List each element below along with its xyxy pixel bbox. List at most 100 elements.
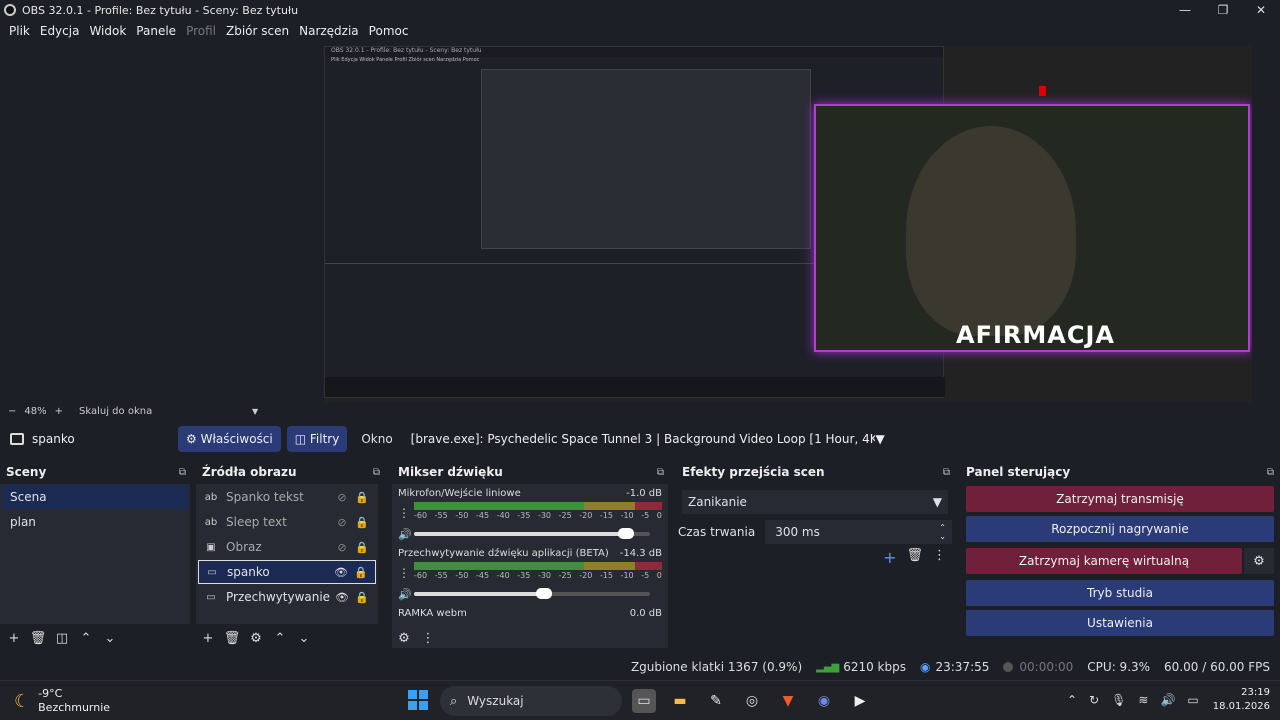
media-player-icon[interactable]: ▶	[848, 689, 872, 713]
move-down-icon[interactable]: ⌄	[98, 631, 122, 646]
dropped-frames: Zgubione klatki 1367 (0.9%)	[630, 660, 803, 674]
eye-hidden-icon[interactable]: ⊘	[332, 516, 352, 529]
source-item[interactable]: ab Sleep text ⊘ 🔒	[198, 510, 376, 534]
windows-start-icon[interactable]	[408, 690, 428, 710]
zoom-out-button[interactable]: −	[8, 406, 16, 417]
move-up-icon[interactable]: ⌃	[268, 631, 292, 646]
source-item[interactable]: ▭ Przechwytywanie ekr 👁 🔒	[198, 585, 376, 609]
duration-spinbox[interactable]: 300 ms ⌃ ⌄	[765, 520, 952, 544]
menu-panele[interactable]: Panele	[131, 24, 181, 38]
lock-icon[interactable]: 🔒	[352, 591, 372, 604]
scenes-dock-title: Sceny ⧉	[0, 462, 192, 482]
stop-stream-button[interactable]: Zatrzymaj transmisję	[966, 486, 1274, 512]
trash-icon[interactable]: 🗑	[906, 548, 923, 567]
properties-button[interactable]: ⚙ Właściwości	[178, 426, 281, 452]
move-up-icon[interactable]: ⌃	[74, 631, 98, 646]
trash-icon[interactable]: 🗑	[26, 631, 50, 646]
image-source-icon: ▣	[206, 541, 216, 553]
source-item[interactable]: ▭ spanko 👁 🔒	[198, 560, 376, 584]
preview-canvas[interactable]: OBS 32.0.1 - Profile: Bez tytułu - Sceny…	[324, 46, 1252, 402]
trash-icon[interactable]: 🗑	[220, 631, 244, 646]
menu-narzedzia[interactable]: Narzędzia	[294, 24, 364, 38]
chevron-down-icon: ▼	[875, 432, 885, 446]
move-down-icon[interactable]: ⌄	[292, 631, 316, 646]
menu-pomoc[interactable]: Pomoc	[364, 24, 414, 38]
filters-button[interactable]: ◫ Filtry	[286, 426, 348, 452]
undock-icon[interactable]: ⧉	[943, 467, 950, 478]
microphone-icon[interactable]: 🎙	[1111, 693, 1126, 707]
menu-zbior-scen[interactable]: Zbiór scen	[221, 24, 294, 38]
zoom-bar: − 48% + Skaluj do okna ▼	[0, 404, 1280, 418]
meter-ticks: -60 -55 -50 -45 -40 -35 -30 -25 -20 -15 -10 -5 0	[414, 511, 662, 520]
eye-icon[interactable]: 👁	[332, 591, 352, 604]
brave-icon[interactable]: ▼	[776, 689, 800, 713]
scene-filters-icon[interactable]: ◫	[50, 631, 74, 646]
undock-icon[interactable]: ⧉	[179, 467, 186, 478]
zoom-fit-select[interactable]: Skaluj do okna	[79, 406, 152, 417]
clock[interactable]: 23:19 18.01.2026	[1213, 686, 1270, 714]
speaker-icon[interactable]: 🔊	[398, 588, 414, 601]
source-item[interactable]: ab Spanko tekst ⊘ 🔒	[198, 485, 376, 509]
settings-button[interactable]: Ustawienia	[966, 610, 1274, 636]
file-explorer-icon[interactable]: ▬	[668, 689, 692, 713]
volume-slider[interactable]	[414, 588, 650, 599]
menu-profil[interactable]: Profil	[181, 24, 221, 38]
weather-widget[interactable]: ☾ -9°C Bezchmurnie	[14, 687, 110, 715]
add-source-button[interactable]: +	[196, 631, 220, 646]
volume-icon[interactable]: 🔊	[1160, 693, 1175, 707]
kebab-menu-icon[interactable]: ⋮	[398, 566, 414, 580]
discord-icon[interactable]: ◉	[812, 689, 836, 713]
eye-hidden-icon[interactable]: ⊘	[332, 541, 352, 554]
add-transition-button[interactable]: +	[883, 548, 896, 567]
window-select[interactable]: [brave.exe]: Psychedelic Space Tunnel 3 …	[404, 426, 891, 452]
battery-icon[interactable]: ▭	[1187, 693, 1198, 707]
minimize-button[interactable]: —	[1166, 0, 1204, 20]
spin-arrows-icon[interactable]: ⌃ ⌄	[939, 523, 946, 541]
zoom-in-button[interactable]: +	[55, 406, 63, 417]
menu-edycja[interactable]: Edycja	[35, 24, 85, 38]
lock-icon[interactable]: 🔒	[352, 541, 372, 554]
menu-bar: Plik Edycja Widok Panele Profil Zbiór sc…	[0, 20, 1280, 42]
eye-icon[interactable]: 👁	[331, 566, 351, 579]
sources-list: ab Spanko tekst ⊘ 🔒 ab Sleep text ⊘ 🔒 ▣ …	[196, 484, 378, 624]
studio-mode-button[interactable]: Tryb studia	[966, 580, 1274, 606]
wifi-icon[interactable]: ≋	[1138, 693, 1148, 707]
menu-plik[interactable]: Plik	[4, 24, 35, 38]
transition-tools: + 🗑 ⋮	[883, 548, 946, 567]
notepad-icon[interactable]: ✎	[704, 689, 728, 713]
start-recording-button[interactable]: Rozpocznij nagrywanie	[966, 516, 1274, 542]
transition-select[interactable]: Zanikanie ▼	[682, 490, 948, 514]
gear-icon[interactable]: ⚙	[1244, 548, 1274, 574]
maximize-button[interactable]: ❐	[1204, 0, 1242, 20]
lock-icon[interactable]: 🔒	[351, 566, 371, 579]
taskbar-search[interactable]: ⌕ Wyszukaj	[440, 686, 622, 716]
sync-icon[interactable]: ↻	[1089, 693, 1099, 707]
source-label: Sleep text	[226, 515, 287, 529]
source-item[interactable]: ▣ Obraz ⊘ 🔒	[198, 535, 376, 559]
kebab-menu-icon[interactable]: ⋮	[398, 506, 414, 520]
lock-icon[interactable]: 🔒	[352, 491, 372, 504]
obs-taskbar-icon[interactable]: ◎	[740, 689, 764, 713]
advanced-audio-icon[interactable]: ⚙	[392, 631, 416, 646]
eye-hidden-icon[interactable]: ⊘	[332, 491, 352, 504]
kebab-menu-icon[interactable]: ⋮	[416, 631, 440, 646]
kebab-menu-icon[interactable]: ⋮	[933, 548, 946, 567]
scene-item-scena[interactable]: Scena	[2, 485, 188, 509]
task-view-icon[interactable]: ▭	[632, 689, 656, 713]
lock-icon[interactable]: 🔒	[352, 516, 372, 529]
scene-item-plan[interactable]: plan	[2, 510, 188, 534]
close-button[interactable]: ✕	[1242, 0, 1280, 20]
stop-virtual-camera-button[interactable]: Zatrzymaj kamerę wirtualną	[966, 548, 1242, 574]
gear-icon[interactable]: ⚙	[244, 631, 268, 646]
undock-icon[interactable]: ⧉	[373, 467, 380, 478]
mixer-dock-title: Mikser dźwięku ⧉	[392, 462, 670, 482]
chevron-up-icon[interactable]: ⌃	[1067, 693, 1077, 707]
chevron-down-icon[interactable]: ▼	[252, 407, 258, 416]
speaker-icon[interactable]: 🔊	[398, 528, 414, 541]
add-scene-button[interactable]: +	[2, 631, 26, 646]
volume-slider[interactable]	[414, 528, 650, 539]
menu-widok[interactable]: Widok	[84, 24, 131, 38]
channel-name: RAMKA webm	[398, 608, 467, 619]
undock-icon[interactable]: ⧉	[1267, 467, 1274, 478]
undock-icon[interactable]: ⧉	[657, 467, 664, 478]
